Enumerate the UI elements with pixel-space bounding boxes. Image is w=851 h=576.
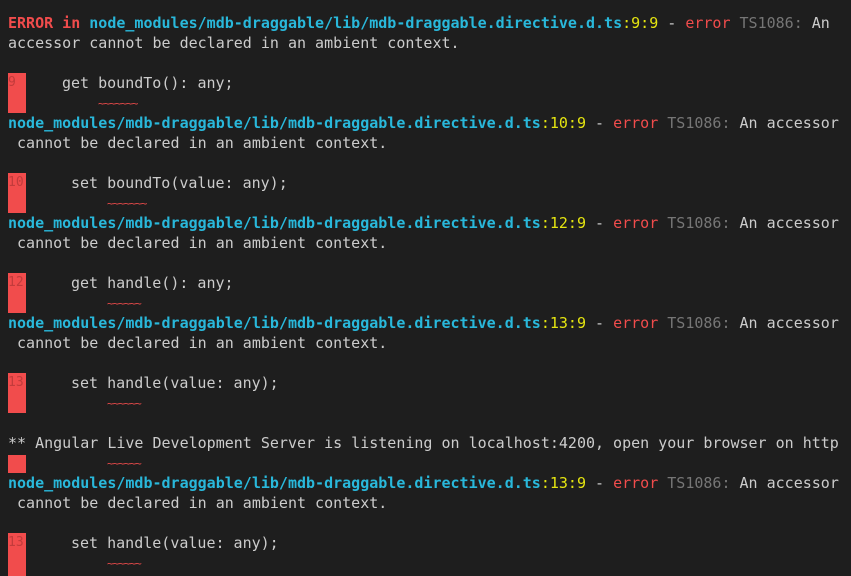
file-path: node_modules/mdb-draggable/lib/mdb-dragg… [8, 114, 541, 132]
line-number-gutter: 13 [8, 373, 26, 413]
file-path: node_modules/mdb-draggable/lib/mdb-dragg… [8, 314, 541, 332]
line-number-gutter: 10 [8, 173, 26, 213]
error-message-cont: cannot be declared in an ambient context… [8, 334, 388, 352]
source-line: get boundTo(): any; [62, 74, 234, 92]
line-col: :13:9 [540, 474, 586, 492]
separator: - [585, 314, 614, 332]
error-message: An accessor [730, 314, 839, 332]
error-header-line: node_modules/mdb-draggable/lib/mdb-dragg… [8, 213, 839, 233]
error-header-line: ERROR in node_modules/mdb-draggable/lib/… [8, 13, 830, 33]
error-word: error [613, 314, 659, 332]
source-line: set boundTo(value: any); [71, 174, 288, 192]
server-listening-message: ** Angular Live Development Server is li… [8, 434, 839, 452]
error-code: TS1086: [658, 474, 731, 492]
error-prefix: ERROR in [8, 14, 90, 32]
error-squiggle: ~~~~~~~ [107, 197, 147, 210]
error-header-line: node_modules/mdb-draggable/lib/mdb-dragg… [8, 313, 839, 333]
error-squiggle: ~~~~~~ [107, 457, 142, 470]
error-code: TS1086: [658, 214, 731, 232]
error-word: error [613, 474, 659, 492]
error-message: An accessor [730, 474, 839, 492]
error-squiggle: ~~~~~~ [107, 557, 142, 570]
line-col: :10:9 [540, 114, 586, 132]
file-path: node_modules/mdb-draggable/lib/mdb-dragg… [8, 474, 541, 492]
error-squiggle: ~~~~~~~ [98, 97, 138, 110]
error-code: TS1086: [658, 314, 731, 332]
line-number-gutter: 9 [8, 73, 26, 113]
error-word: error [685, 14, 731, 32]
file-path: node_modules/mdb-draggable/lib/mdb-dragg… [89, 14, 623, 32]
error-header-line: node_modules/mdb-draggable/lib/mdb-dragg… [8, 113, 839, 133]
error-code: TS1086: [730, 14, 803, 32]
error-message: An accessor [730, 214, 839, 232]
source-line: set handle(value: any); [71, 374, 279, 392]
separator: - [585, 114, 614, 132]
error-header-line: node_modules/mdb-draggable/lib/mdb-dragg… [8, 473, 839, 493]
separator: - [585, 214, 614, 232]
line-col: :13:9 [540, 314, 586, 332]
error-message-cont: cannot be declared in an ambient context… [8, 134, 388, 152]
error-message: An accessor [730, 114, 839, 132]
line-col: :12:9 [540, 214, 586, 232]
line-col: :9:9 [622, 14, 659, 32]
source-line: get handle(): any; [71, 274, 234, 292]
separator: - [658, 14, 686, 32]
line-number-gutter: 12 [8, 273, 26, 313]
terminal-output[interactable]: ERROR in node_modules/mdb-draggable/lib/… [0, 0, 851, 576]
error-squiggle: ~~~~~~ [107, 297, 142, 310]
source-line: set handle(value: any); [71, 534, 279, 552]
error-squiggle: ~~~~~~ [107, 397, 142, 410]
line-number-gutter: 13 [8, 533, 26, 576]
line-number-gutter [8, 455, 26, 473]
error-code: TS1086: [658, 114, 731, 132]
error-message-cont: cannot be declared in an ambient context… [8, 234, 388, 252]
error-message-cont: cannot be declared in an ambient context… [8, 494, 388, 512]
error-word: error [613, 214, 659, 232]
error-word: error [613, 114, 659, 132]
error-message: An [802, 14, 830, 32]
error-message-cont: accessor cannot be declared in an ambien… [8, 34, 460, 52]
separator: - [585, 474, 614, 492]
file-path: node_modules/mdb-draggable/lib/mdb-dragg… [8, 214, 541, 232]
